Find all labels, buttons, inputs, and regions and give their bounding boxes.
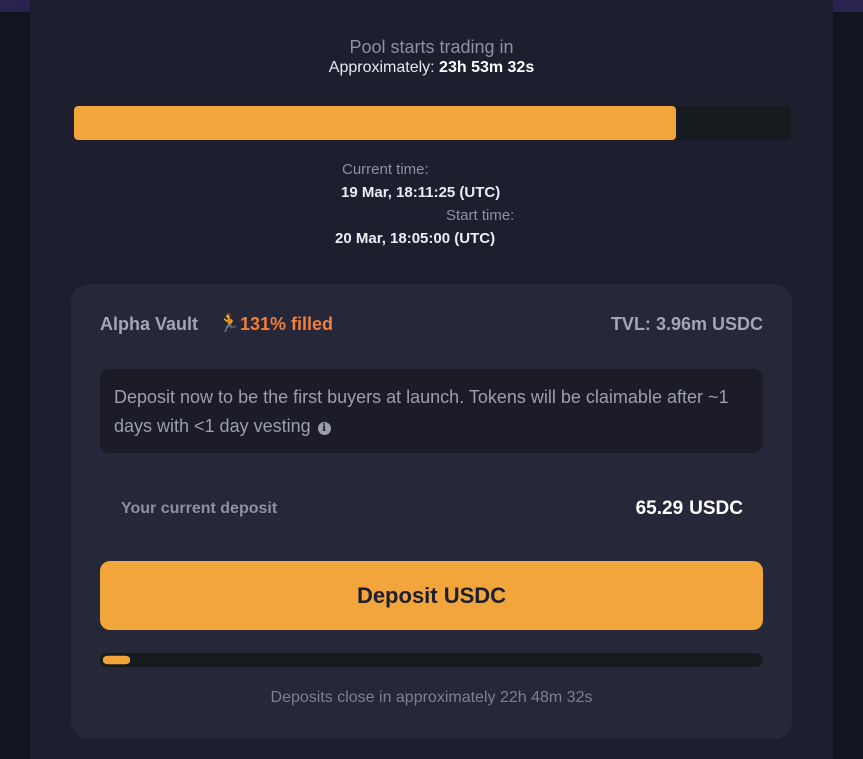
deposit-amount-unit: USDC (689, 498, 743, 519)
deposit-amount-value: 65.29 (635, 498, 684, 519)
tvl-value: 3.96m USDC (655, 314, 763, 334)
vault-header: Alpha Vault 🏃 131% filled TVL: 3.96m USD… (100, 313, 763, 336)
start-time-label: Start time: (446, 207, 515, 224)
deposits-close-text: Deposits close in approximately 22h 48m … (270, 689, 593, 706)
current-deposit-row: Your current deposit 65.29 USDC (121, 498, 743, 522)
vault-info-box: Deposit now to be the first buyers at la… (100, 369, 763, 453)
alpha-vault-card: Alpha Vault 🏃 131% filled TVL: 3.96m USD… (71, 284, 792, 739)
countdown-title: Pool starts trading in (349, 37, 514, 57)
tvl-label: TVL: (610, 314, 651, 334)
time-info: Current time: 19 Mar, 18:11:25 (UTC) Sta… (330, 158, 530, 250)
deposit-window-progress-bar (100, 653, 763, 667)
current-time-label: Current time: (342, 161, 429, 178)
right-gutter (833, 12, 863, 759)
launch-panel: Pool starts trading in Approximately: 23… (30, 0, 833, 759)
vault-name: Alpha Vault (100, 314, 199, 334)
info-icon[interactable]: i (317, 422, 331, 435)
countdown-approx-value: 23h 53m 32s (439, 59, 535, 76)
countdown-approx-label: Approximately: (328, 59, 435, 76)
current-time-value: 19 Mar, 18:11:25 (UTC) (341, 184, 501, 201)
current-deposit-amount: 65.29 USDC (636, 498, 743, 520)
trading-progress-fill (74, 106, 677, 140)
left-gutter (0, 12, 30, 759)
deposit-window-progress-fill (103, 655, 130, 665)
vault-tvl: TVL: 3.96m USDC (611, 314, 763, 335)
vault-filled-status: 131% filled (240, 314, 334, 334)
vault-info-message: Deposit now to be the first buyers at la… (114, 387, 729, 436)
start-time-value: 20 Mar, 18:05:00 (UTC) (335, 230, 496, 247)
runner-icon: 🏃 (218, 313, 241, 333)
current-deposit-label: Your current deposit (121, 500, 278, 517)
vault-info-text: Deposit now to be the first buyers at la… (114, 383, 734, 441)
trading-countdown: Pool starts trading in Approximately: 23… (30, 36, 833, 78)
countdown-approx: Approximately: 23h 53m 32s (30, 58, 833, 78)
trading-progress-bar (74, 106, 791, 140)
deposit-usdc-button[interactable]: Deposit USDC (100, 561, 763, 630)
